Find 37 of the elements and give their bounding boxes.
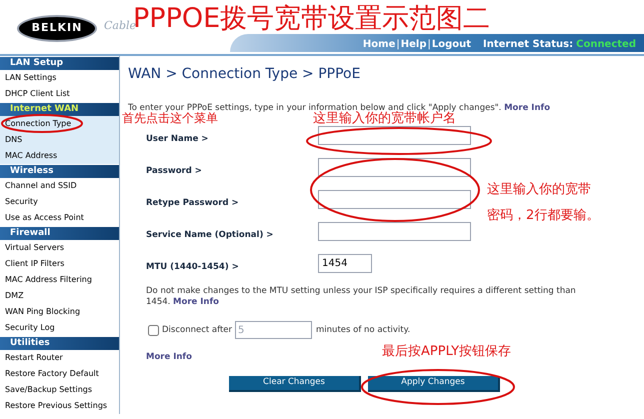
sidebar-section-header[interactable]: Wireless [0, 165, 119, 178]
sidebar-item[interactable]: MAC Address [0, 148, 119, 164]
link-separator: | [426, 38, 432, 52]
input-field[interactable]: 1454 [318, 254, 372, 273]
sidebar-section-header[interactable]: Internet WAN [0, 103, 119, 116]
page-title: WAN > Connection Type > PPPoE [128, 65, 362, 84]
field-label: Password > [146, 166, 202, 176]
field-label: Service Name (Optional) > [146, 230, 274, 240]
sidebar-section-header[interactable]: LAN Setup [0, 57, 119, 70]
sidebar-section-header[interactable]: Utilities [0, 337, 119, 350]
field-label: Retype Password > [146, 198, 239, 208]
field-label: User Name > [146, 134, 208, 144]
more-info-link[interactable]: More Info [504, 103, 550, 113]
input-field[interactable] [318, 222, 471, 241]
sidebar-section-header[interactable]: Firewall [0, 227, 119, 240]
sidebar-item[interactable]: DNS [0, 132, 119, 148]
field-suffix: minutes of no activity. [316, 324, 410, 336]
annotation-note: 密码，2行都要输。 [487, 207, 600, 225]
annotation-note: 首先点击这个菜单 [122, 111, 218, 126]
status-label: Internet Status: [483, 38, 574, 52]
annotation-note: 最后按APPLY按钮保存 [382, 343, 512, 361]
header-link[interactable]: Help [400, 37, 426, 52]
field-label: MTU (1440-1454) > [146, 262, 239, 272]
annotation-note: 这里输入你的宽带帐户名 [313, 111, 456, 128]
header-link[interactable]: Logout [432, 37, 472, 52]
status-value: Connected [576, 38, 636, 52]
tagline: Cable [104, 19, 136, 34]
form-button[interactable]: Apply Changes [368, 376, 500, 392]
link-separator: | [395, 38, 401, 52]
more-info-link[interactable]: More Info [146, 351, 192, 364]
mtu-note: Do not make changes to the MTU setting unless your ISP specifically requires a different setting than 1454. More Info [146, 286, 577, 308]
input-field[interactable] [318, 190, 471, 209]
annotation-note: 这里输入你的宽带 [487, 181, 591, 199]
checkbox-label: Disconnect after [162, 324, 232, 336]
form-button[interactable]: Clear Changes [229, 376, 361, 392]
more-info-link[interactable]: More Info [173, 297, 220, 307]
logo: BELKIN [17, 15, 97, 42]
